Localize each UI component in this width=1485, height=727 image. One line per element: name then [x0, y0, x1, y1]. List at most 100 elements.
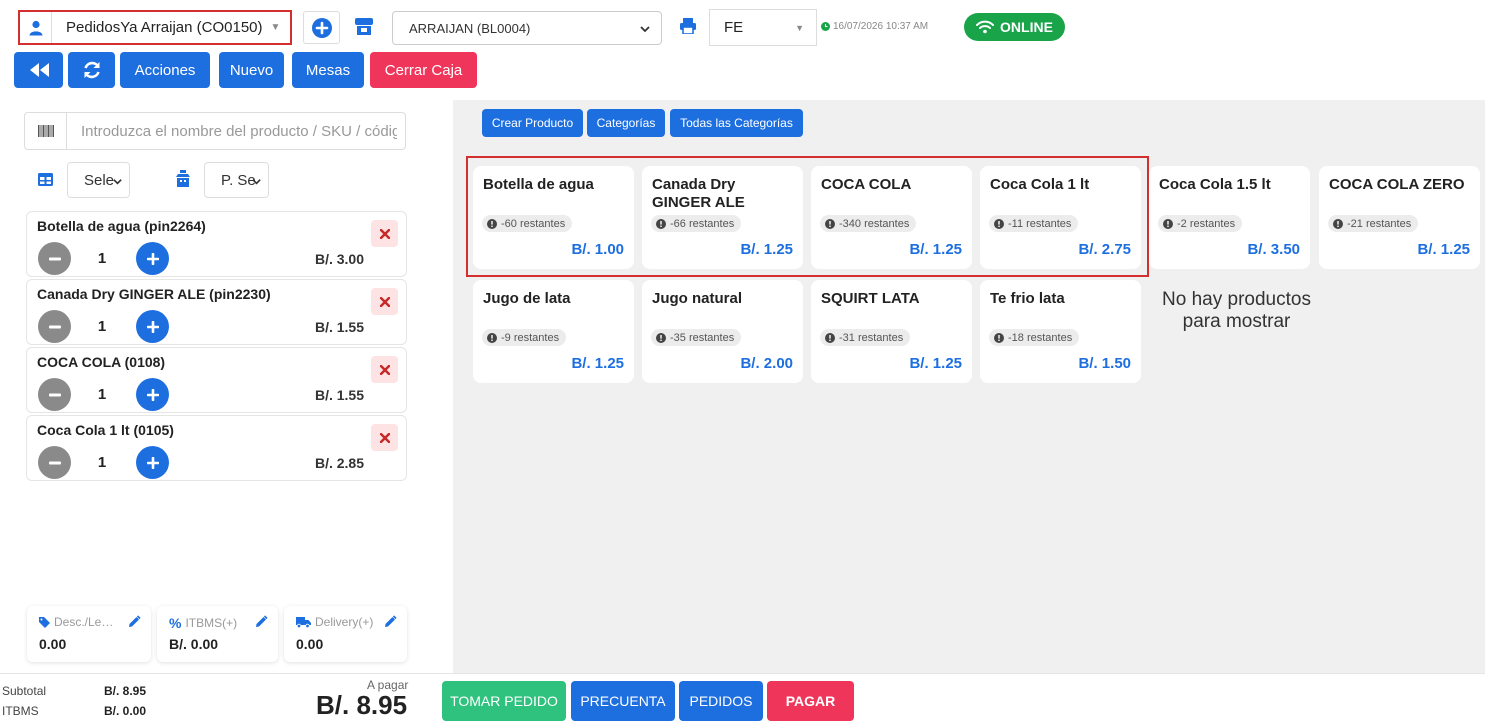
product-card[interactable]: COCA COLA -340 restantes B/. 1.25 [811, 166, 972, 269]
table-icon [38, 173, 53, 186]
product-price: B/. 2.00 [740, 355, 793, 372]
cart-item: Botella de agua (pin2264) 1 B/. 3.00 [26, 211, 407, 277]
store-select[interactable]: ARRAIJAN (BL0004) [392, 11, 662, 45]
printer-icon[interactable] [680, 18, 696, 34]
cart-item-quantity: 1 [97, 318, 107, 335]
table-select[interactable]: Sele [67, 162, 130, 198]
info-icon [487, 332, 497, 343]
mesas-button[interactable]: Mesas [292, 52, 364, 88]
product-price: B/. 1.25 [571, 355, 624, 372]
decrease-quantity-button[interactable] [38, 310, 71, 343]
stock-badge: -18 restantes [989, 329, 1080, 346]
stock-badge: -35 restantes [651, 329, 742, 346]
product-name: Jugo de lata [483, 290, 571, 307]
plus-icon [146, 456, 159, 469]
remove-item-button[interactable] [371, 356, 398, 383]
stock-text: -2 restantes [1177, 217, 1236, 230]
product-card[interactable]: Coca Cola 1 lt -11 restantes B/. 2.75 [980, 166, 1141, 269]
product-card[interactable]: COCA COLA ZERO -21 restantes B/. 1.25 [1319, 166, 1480, 269]
stock-badge: -11 restantes [989, 215, 1079, 232]
cart-item-title: Canada Dry GINGER ALE (pin2230) [37, 286, 271, 302]
plus-circle-icon [311, 17, 332, 38]
info-icon [487, 218, 497, 229]
remove-item-button[interactable] [371, 424, 398, 451]
decrease-quantity-button[interactable] [38, 242, 71, 275]
stock-badge: -21 restantes [1328, 215, 1419, 232]
categories-button[interactable]: Categorías [587, 109, 665, 137]
refresh-button[interactable] [68, 52, 115, 88]
clock-icon [821, 22, 830, 31]
product-search-input[interactable] [67, 122, 397, 140]
info-icon [825, 218, 835, 229]
cart-item-price: B/. 1.55 [314, 387, 364, 403]
price-list-select[interactable]: P. Se [204, 162, 269, 198]
product-card[interactable]: Coca Cola 1.5 lt -2 restantes B/. 3.50 [1149, 166, 1310, 269]
increase-quantity-button[interactable] [136, 310, 169, 343]
all-categories-button[interactable]: Todas las Categorías [670, 109, 803, 137]
product-card[interactable]: Canada Dry GINGER ALE -66 restantes B/. … [642, 166, 803, 269]
close-icon [379, 432, 390, 443]
product-price: B/. 1.25 [1417, 241, 1470, 258]
edit-discount-icon[interactable] [128, 615, 141, 628]
product-card[interactable]: SQUIRT LATA -31 restantes B/. 1.25 [811, 280, 972, 383]
close-icon [379, 364, 390, 375]
caret-down-icon: ▼ [795, 23, 804, 33]
tomar-pedido-button[interactable]: TOMAR PEDIDO [442, 681, 566, 721]
document-type-select[interactable]: FE ▼ [709, 9, 817, 46]
document-type-value: FE [724, 19, 744, 36]
nuevo-button[interactable]: Nuevo [219, 52, 284, 88]
create-product-button[interactable]: Crear Producto [482, 109, 583, 137]
tax-card: % ITBMS(+) B/. 0.00 [157, 606, 278, 662]
cart-item-price: B/. 2.85 [314, 455, 364, 471]
decrease-quantity-button[interactable] [38, 446, 71, 479]
minus-icon [48, 393, 61, 396]
discount-value: 0.00 [39, 636, 67, 652]
product-name: COCA COLA ZERO [1329, 176, 1465, 193]
online-status-text: ONLINE [1000, 19, 1053, 35]
customer-name: PedidosYa Arraijan (CO0150) [66, 19, 263, 36]
cart-item-quantity: 1 [97, 454, 107, 471]
chevron-down-icon [640, 26, 650, 33]
cart-item-price: B/. 1.55 [314, 319, 364, 335]
backward-icon [29, 63, 49, 77]
product-card[interactable]: Te frio lata -18 restantes B/. 1.50 [980, 280, 1141, 383]
back-button[interactable] [14, 52, 63, 88]
product-card[interactable]: Jugo de lata -9 restantes B/. 1.25 [473, 280, 634, 383]
pedidos-button[interactable]: PEDIDOS [679, 681, 763, 721]
product-price: B/. 2.75 [1078, 241, 1131, 258]
empty-products-message: No hay productos para mostrar [1162, 289, 1311, 332]
cart-item-title: COCA COLA (0108) [37, 354, 166, 370]
decrease-quantity-button[interactable] [38, 378, 71, 411]
barcode-icon[interactable] [25, 113, 67, 149]
pagar-button[interactable]: PAGAR [767, 681, 854, 721]
product-card[interactable]: Jugo natural -35 restantes B/. 2.00 [642, 280, 803, 383]
acciones-button[interactable]: Acciones [120, 52, 210, 88]
minus-icon [48, 461, 61, 464]
plus-icon [146, 252, 159, 265]
customer-select[interactable]: PedidosYa Arraijan (CO0150) ▼ [18, 10, 292, 45]
subtotal-label: Subtotal [2, 684, 47, 698]
increase-quantity-button[interactable] [136, 242, 169, 275]
store-name: ARRAIJAN (BL0004) [409, 20, 531, 36]
stock-badge: -66 restantes [651, 215, 742, 232]
edit-delivery-icon[interactable] [384, 615, 397, 628]
info-icon [656, 218, 666, 229]
stock-text: -18 restantes [1008, 331, 1073, 344]
stock-text: -60 restantes [501, 217, 566, 230]
remove-item-button[interactable] [371, 288, 398, 315]
product-price: B/. 1.25 [909, 355, 962, 372]
user-icon [20, 12, 52, 43]
remove-item-button[interactable] [371, 220, 398, 247]
increase-quantity-button[interactable] [136, 446, 169, 479]
close-icon [379, 228, 390, 239]
minus-icon [48, 325, 61, 328]
info-icon [825, 332, 835, 343]
add-customer-button[interactable] [303, 11, 340, 44]
minus-icon [48, 257, 61, 260]
precuenta-button[interactable]: PRECUENTA [571, 681, 675, 721]
cerrar-caja-button[interactable]: Cerrar Caja [370, 52, 477, 88]
store-icon [355, 18, 373, 35]
product-card[interactable]: Botella de agua -60 restantes B/. 1.00 [473, 166, 634, 269]
increase-quantity-button[interactable] [136, 378, 169, 411]
edit-tax-icon[interactable] [255, 615, 268, 628]
